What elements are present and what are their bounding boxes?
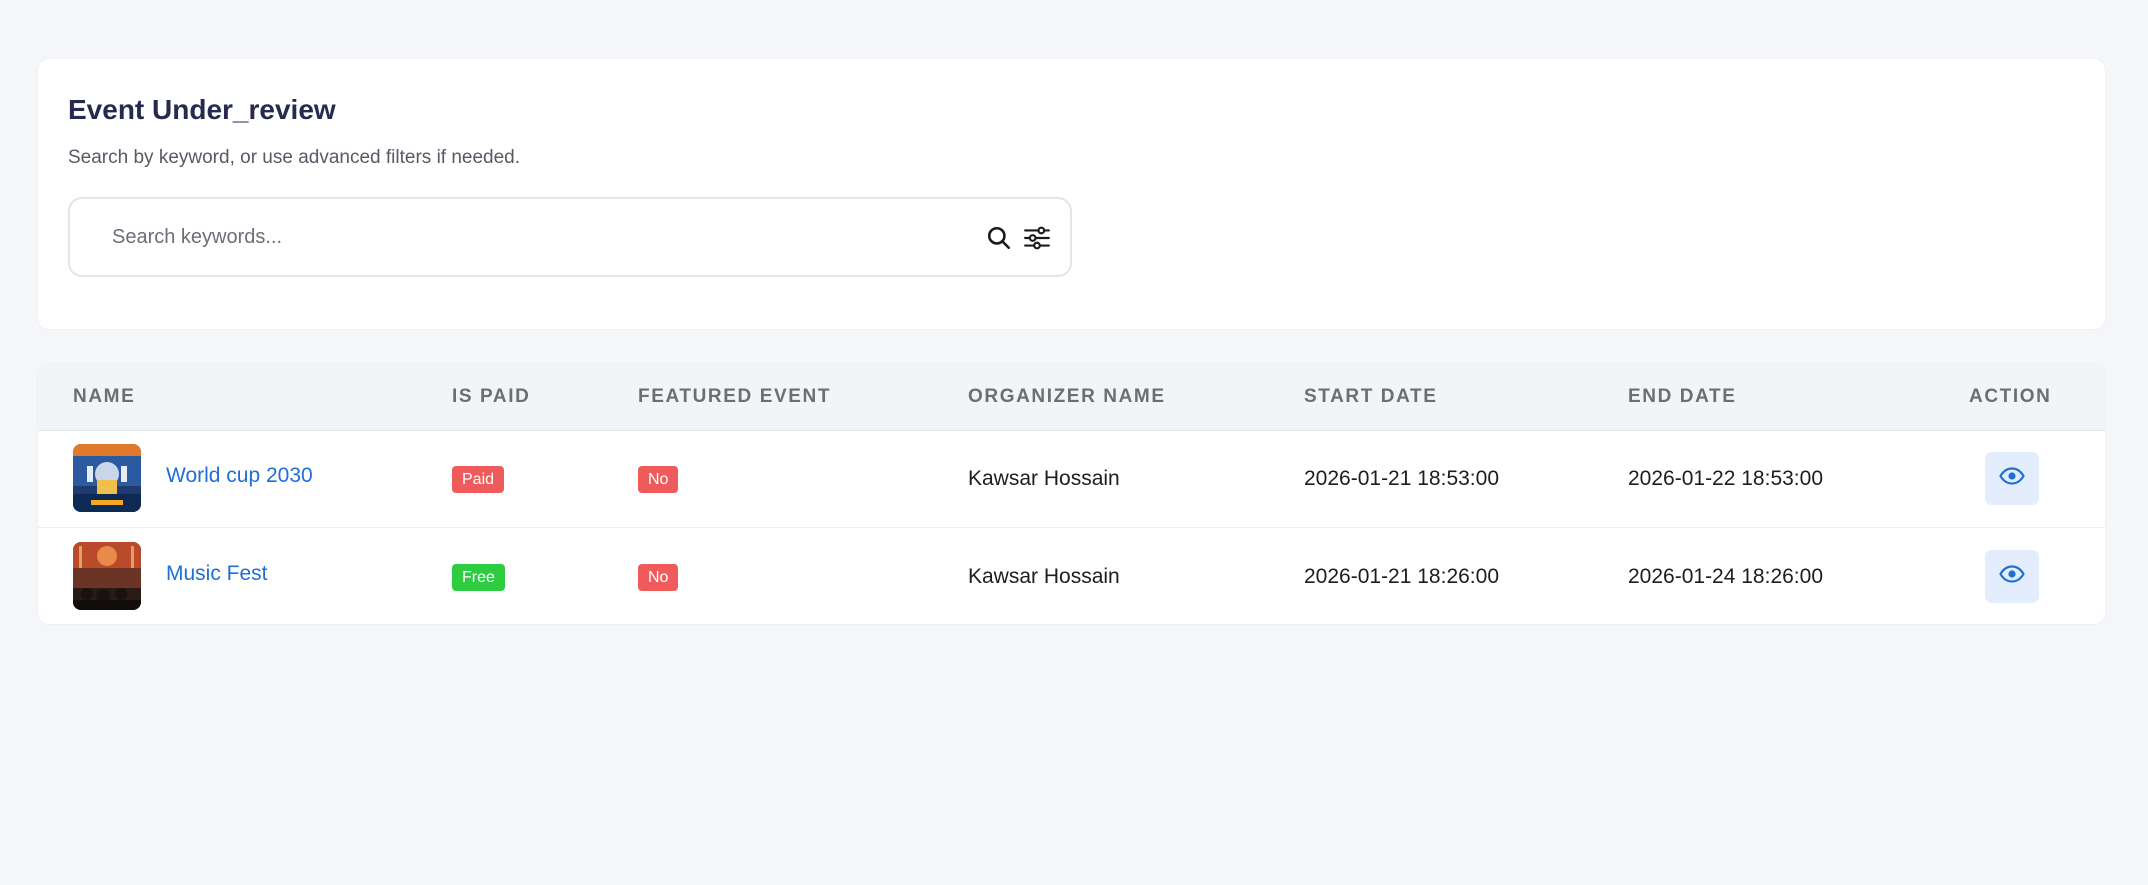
event-thumbnail [73,542,141,610]
is-paid-badge: Free [452,564,505,591]
search-icon[interactable] [984,223,1014,253]
organizer-name: Kawsar Hossain [968,565,1120,588]
featured-badge: No [638,466,679,493]
filter-sliders-icon[interactable] [1022,223,1052,253]
view-event-button[interactable] [1985,452,2039,505]
search-panel: Event Under_review Search by keyword, or… [37,58,2106,330]
search-input[interactable] [110,224,914,250]
search-icons [984,223,1052,253]
column-header-is-paid: IS PAID [452,386,531,407]
table-header: NAME IS PAID FEATURED EVENT ORGANIZER NA… [38,364,2105,431]
eye-icon [1999,467,2025,490]
page-title: Event Under_review [68,94,336,125]
table-row: World cup 2030 Paid No Kawsar Hossain 20… [38,430,2105,528]
organizer-name: Kawsar Hossain [968,467,1120,490]
page-subtitle: Search by keyword, or use advanced filte… [68,147,521,168]
column-header-start-date: START DATE [1304,386,1438,407]
start-date: 2026-01-21 18:53:00 [1304,467,1499,490]
eye-icon [1999,565,2025,588]
event-name-link[interactable]: Music Fest [166,562,268,586]
events-table: NAME IS PAID FEATURED EVENT ORGANIZER NA… [37,363,2106,625]
event-name-link[interactable]: World cup 2030 [166,464,313,488]
column-header-action: ACTION [1969,386,2052,407]
end-date: 2026-01-22 18:53:00 [1628,467,1823,490]
table-row: Music Fest Free No Kawsar Hossain 2026-0… [38,528,2105,624]
is-paid-badge: Paid [452,466,505,493]
end-date: 2026-01-24 18:26:00 [1628,565,1823,588]
column-header-end-date: END DATE [1628,386,1737,407]
start-date: 2026-01-21 18:26:00 [1304,565,1499,588]
column-header-organizer-name: ORGANIZER NAME [968,386,1166,407]
column-header-name: NAME [73,386,136,407]
view-event-button[interactable] [1985,550,2039,603]
featured-badge: No [638,564,679,591]
column-header-featured-event: FEATURED EVENT [638,386,832,407]
event-thumbnail [73,444,141,512]
search-box [68,197,1072,277]
